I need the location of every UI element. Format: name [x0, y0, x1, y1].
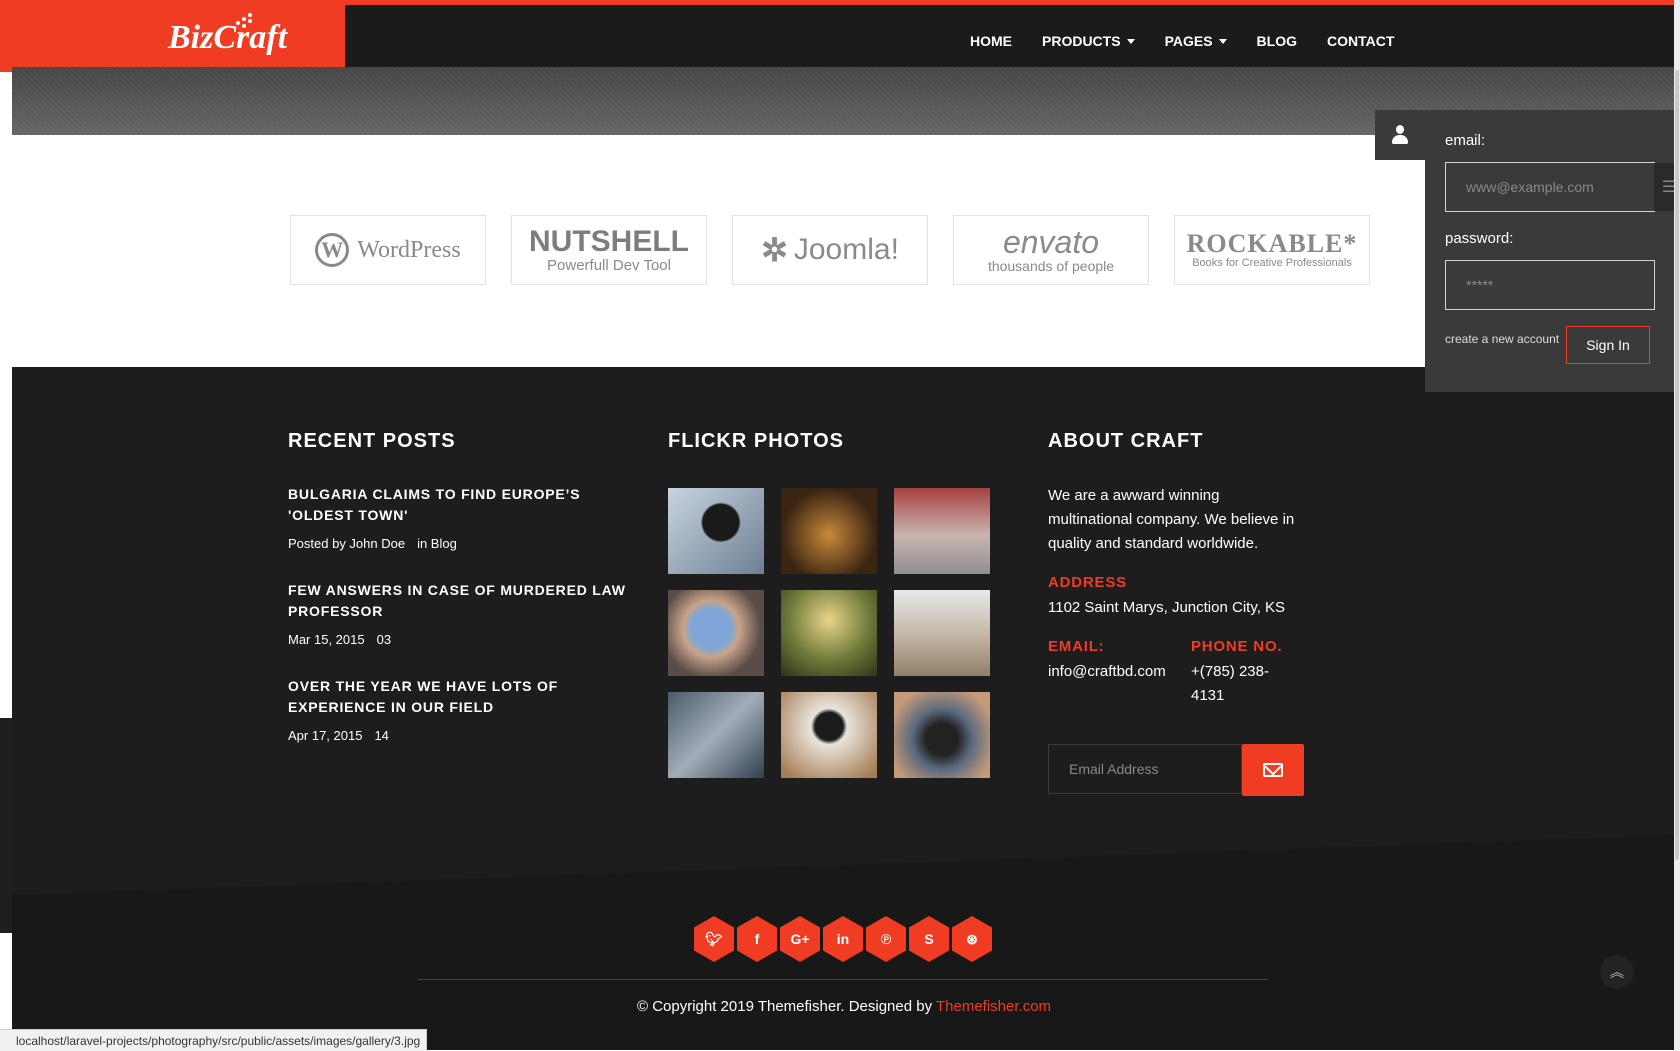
- copyright-text: © Copyright 2019 Themefisher. Designed b…: [636, 998, 933, 1015]
- password-placeholder: *****: [1466, 277, 1494, 293]
- user-icon: [1392, 125, 1408, 145]
- client-envato[interactable]: envato thousands of people: [953, 215, 1149, 285]
- copyright: © Copyright 2019 Themefisher. Designed b…: [0, 998, 1680, 1015]
- post-title[interactable]: OVER THE YEAR WE HAVE LOTS OF EXPERIENCE…: [288, 676, 633, 718]
- client-joomla[interactable]: ✲ Joomla!: [732, 215, 928, 285]
- client-subtitle: Books for Creative Professionals: [1192, 257, 1352, 269]
- flickr-photo[interactable]: [894, 590, 990, 676]
- nav-contact[interactable]: CONTACT: [1327, 33, 1394, 49]
- create-account-link[interactable]: create a new account: [1445, 332, 1559, 346]
- address-value: 1102 Saint Marys, Junction City, KS: [1048, 599, 1286, 616]
- google-plus-icon[interactable]: G+: [780, 916, 820, 962]
- subscribe-button[interactable]: [1242, 744, 1304, 796]
- browser-status-bar: localhost/laravel-projects/photography/s…: [0, 1029, 428, 1051]
- envelope-icon: [1263, 763, 1283, 777]
- client-title: NUTSHELL: [529, 224, 689, 258]
- post-meta: Posted by John Doe in Blog: [288, 536, 469, 551]
- email-label: EMAIL:: [1048, 638, 1105, 655]
- email-value[interactable]: info@craftbd.com: [1048, 660, 1166, 684]
- post-comments: 03: [376, 632, 392, 647]
- twitter-icon[interactable]: 🐦︎: [694, 916, 734, 962]
- linkedin-icon[interactable]: in: [823, 916, 863, 962]
- client-title: WordPress: [357, 236, 461, 263]
- flickr-photo[interactable]: [781, 488, 877, 574]
- dribbble-icon[interactable]: ⊛: [952, 916, 992, 962]
- login-toggle[interactable]: [1375, 110, 1425, 160]
- recent-posts-title: RECENT POSTS: [288, 430, 456, 452]
- pinterest-icon[interactable]: ℗: [866, 916, 906, 962]
- client-subtitle: Powerfull Dev Tool: [547, 256, 671, 274]
- client-subtitle: thousands of people: [987, 258, 1115, 274]
- subscribe-email-input[interactable]: Email Address: [1048, 744, 1242, 794]
- flickr-photo[interactable]: [894, 488, 990, 574]
- about-title: ABOUT CRAFT: [1048, 430, 1204, 452]
- login-email-input[interactable]: www@example.com ☰: [1445, 162, 1680, 212]
- password-label: password:: [1445, 230, 1514, 247]
- left-margin-dark: [0, 718, 12, 933]
- email-placeholder: www@example.com: [1466, 179, 1594, 195]
- post-title[interactable]: FEW ANSWERS IN CASE OF MURDERED LAW PROF…: [288, 580, 633, 622]
- nav-pages[interactable]: PAGES: [1165, 33, 1227, 49]
- post-meta: Mar 15, 2015 03: [288, 632, 403, 647]
- post-title[interactable]: BULGARIA CLAIMS TO FIND EUROPE’S 'OLDEST…: [288, 484, 633, 526]
- post-author: Posted by John Doe: [288, 536, 406, 551]
- post-category[interactable]: in Blog: [417, 536, 457, 551]
- caret-down-icon: [1218, 38, 1227, 44]
- flickr-gallery: [668, 488, 990, 778]
- nav-blog-label: BLOG: [1256, 33, 1297, 49]
- client-logos: W WordPress NUTSHELL Powerfull Dev Tool ✲…: [290, 215, 1370, 285]
- phone-value: +(785) 238-4131: [1191, 663, 1269, 704]
- flickr-photo[interactable]: [894, 692, 990, 778]
- social-links: 🐦︎ f G+ in ℗ S ⊛: [694, 916, 992, 962]
- subscribe-placeholder: Email Address: [1069, 761, 1159, 777]
- post-date: Mar 15, 2015: [288, 632, 365, 647]
- client-title: ROCKABLE*: [1186, 229, 1358, 258]
- client-wordpress[interactable]: W WordPress: [290, 215, 486, 285]
- nav-products[interactable]: PRODUCTS: [1042, 33, 1135, 49]
- scroll-to-top-button[interactable]: ︽: [1600, 955, 1634, 989]
- caret-down-icon: [1126, 38, 1135, 44]
- nav-products-label: PRODUCTS: [1042, 33, 1121, 49]
- signin-button[interactable]: Sign In: [1566, 326, 1650, 364]
- client-title: Joomla!: [793, 233, 899, 266]
- logo-text[interactable]: BizCraft: [168, 19, 287, 57]
- copyright-brand-link[interactable]: Themefisher.com: [936, 998, 1051, 1015]
- footer-divider: [418, 979, 1268, 980]
- nav-contact-label: CONTACT: [1327, 33, 1395, 49]
- post-date: Apr 17, 2015: [288, 728, 363, 743]
- login-password-input[interactable]: *****: [1445, 260, 1655, 310]
- phone-label: PHONE NO.: [1191, 638, 1283, 655]
- login-panel: email: www@example.com ☰ password: *****…: [1425, 110, 1680, 392]
- site-header: BizCraft HOME PRODUCTS PAGES BLOG CONTAC…: [0, 0, 1674, 72]
- facebook-icon[interactable]: f: [737, 916, 777, 962]
- flickr-photo[interactable]: [668, 590, 764, 676]
- logo-dots-icon: [236, 13, 256, 33]
- flickr-title: FLICKR PHOTOS: [668, 430, 844, 452]
- nav-blog[interactable]: BLOG: [1257, 33, 1297, 49]
- page-scrollbar[interactable]: [1674, 0, 1680, 1050]
- flickr-photo[interactable]: [781, 590, 877, 676]
- client-title: envato: [1002, 224, 1100, 260]
- email-label: email:: [1445, 132, 1486, 149]
- nav-pages-label: PAGES: [1164, 33, 1213, 49]
- nav-home-label: HOME: [970, 33, 1012, 49]
- joomla-logo-icon: ✲: [761, 232, 788, 268]
- logo-block[interactable]: BizCraft: [0, 5, 345, 72]
- main-nav: HOME PRODUCTS PAGES BLOG CONTACT: [970, 33, 1424, 49]
- client-rockable[interactable]: ROCKABLE* Books for Creative Professiona…: [1174, 215, 1370, 285]
- nav-home[interactable]: HOME: [970, 33, 1012, 49]
- post-comments: 14: [374, 728, 389, 743]
- post-meta: Apr 17, 2015 14: [288, 728, 401, 743]
- flickr-photo[interactable]: [668, 488, 764, 574]
- client-nutshell[interactable]: NUTSHELL Powerfull Dev Tool: [511, 215, 707, 285]
- flickr-photo[interactable]: [668, 692, 764, 778]
- scrollbar-thumb[interactable]: [1675, 70, 1679, 860]
- about-text: We are a awward winning multinational co…: [1048, 487, 1295, 552]
- flickr-photo[interactable]: [781, 692, 877, 778]
- wordpress-logo-icon: W: [315, 233, 350, 267]
- skype-icon[interactable]: S: [909, 916, 949, 962]
- address-label: ADDRESS: [1048, 574, 1127, 591]
